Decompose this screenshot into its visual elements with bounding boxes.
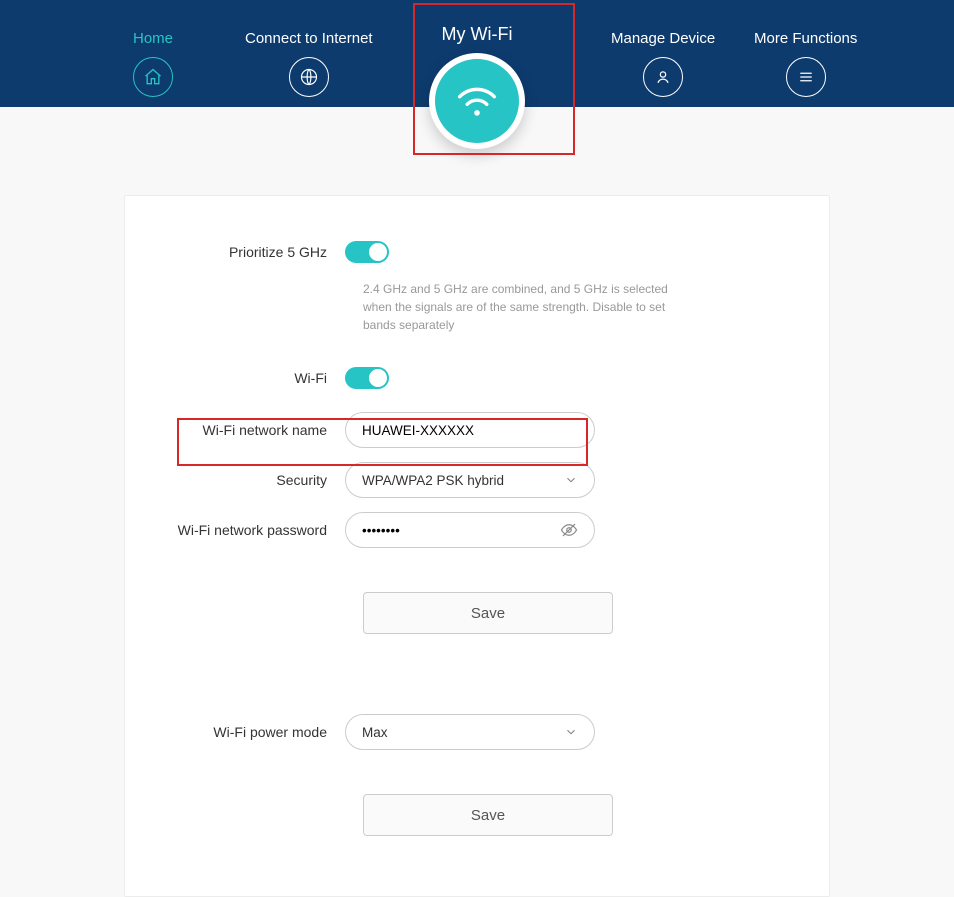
nav-connect-internet[interactable]: Connect to Internet (245, 30, 373, 97)
prioritize-5ghz-toggle[interactable] (345, 241, 389, 263)
wifi-enable-toggle[interactable] (345, 367, 389, 389)
nav-manage-label: Manage Device (611, 30, 715, 47)
top-navbar: Home Connect to Internet My Wi-Fi Manage… (0, 0, 954, 107)
chevron-down-icon (564, 725, 578, 739)
wifi-password-label: Wi-Fi network password (155, 522, 345, 538)
wifi-power-select[interactable]: Max (345, 714, 595, 750)
nav-manage-device[interactable]: Manage Device (611, 30, 715, 97)
wifi-icon (429, 53, 525, 149)
nav-my-wifi[interactable]: My Wi-Fi (429, 24, 525, 149)
home-icon (133, 57, 173, 97)
prioritize-5ghz-help: 2.4 GHz and 5 GHz are combined, and 5 GH… (363, 280, 686, 334)
wifi-power-selected-value: Max (362, 725, 388, 740)
globe-icon (289, 57, 329, 97)
show-password-icon[interactable] (560, 521, 578, 539)
save-power-button[interactable]: Save (363, 794, 613, 836)
nav-more-label: More Functions (754, 30, 857, 47)
wifi-name-input[interactable] (362, 423, 578, 438)
nav-home[interactable]: Home (133, 30, 173, 97)
wifi-password-input[interactable] (362, 523, 552, 538)
wifi-password-input-wrap (345, 512, 595, 548)
wifi-name-label: Wi-Fi network name (155, 422, 345, 438)
user-icon (643, 57, 683, 97)
security-label: Security (155, 472, 345, 488)
nav-more-functions[interactable]: More Functions (754, 30, 857, 97)
nav-wifi-label: My Wi-Fi (442, 24, 513, 45)
wifi-name-input-wrap (345, 412, 595, 448)
security-select[interactable]: WPA/WPA2 PSK hybrid (345, 462, 595, 498)
wifi-power-label: Wi-Fi power mode (155, 724, 345, 740)
save-wifi-button[interactable]: Save (363, 592, 613, 634)
security-selected-value: WPA/WPA2 PSK hybrid (362, 473, 504, 488)
chevron-down-icon (564, 473, 578, 487)
menu-icon (786, 57, 826, 97)
prioritize-5ghz-label: Prioritize 5 GHz (155, 244, 345, 260)
nav-home-label: Home (133, 30, 173, 47)
nav-connect-label: Connect to Internet (245, 30, 373, 47)
wifi-settings-panel: Prioritize 5 GHz 2.4 GHz and 5 GHz are c… (124, 195, 830, 897)
wifi-enable-label: Wi-Fi (155, 370, 345, 386)
